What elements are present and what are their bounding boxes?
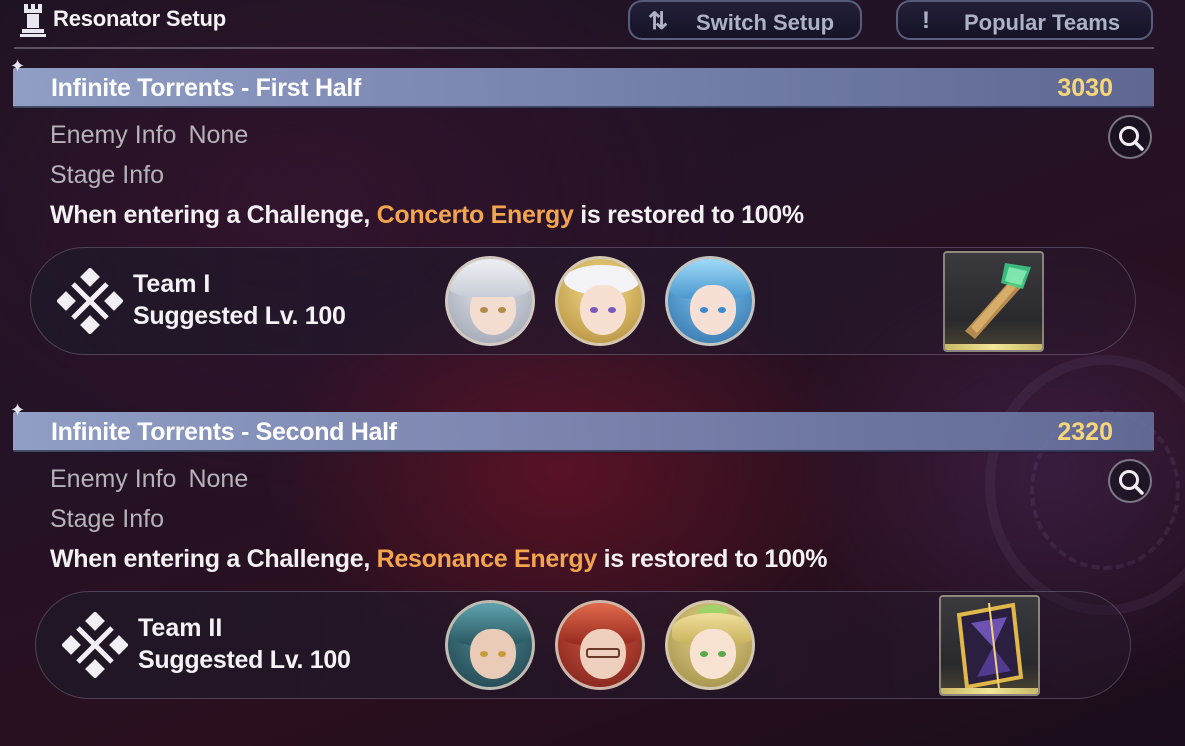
effect-suffix: is restored to 100%: [596, 545, 828, 573]
team-name: Team I: [133, 270, 211, 298]
popular-teams-label: Popular Teams: [964, 10, 1121, 35]
green-blade-echo-icon: [965, 263, 1031, 339]
switch-setup-label: Switch Setup: [696, 10, 835, 35]
popular-teams-button[interactable]: ! Popular Teams: [896, 0, 1153, 40]
section-title: Infinite Torrents - Second Half: [51, 418, 397, 446]
swap-arrows-icon: ⇅: [648, 8, 669, 35]
member-avatar-red-haired-glasses[interactable]: [555, 600, 645, 690]
enemy-info-label: Enemy Info: [50, 121, 177, 149]
enemy-info-value: None: [188, 121, 249, 149]
section-score: 2320: [1057, 418, 1113, 446]
section-banner-edge: [13, 450, 1154, 453]
effect-highlight: Resonance Energy: [376, 545, 598, 573]
crossed-swords-emblem-icon: [57, 268, 123, 334]
team-card[interactable]: Team I Suggested Lv. 100: [30, 247, 1136, 355]
magnifier-icon: [1119, 470, 1144, 495]
enemy-info-search-button[interactable]: [1108, 115, 1152, 159]
member-avatar-blonde-white-hat[interactable]: [555, 256, 645, 346]
sparkle-icon: ✦: [10, 400, 26, 420]
effect-prefix: When entering a Challenge,: [50, 545, 377, 573]
section-score: 3030: [1057, 74, 1113, 102]
member-avatar-teal-haired[interactable]: [445, 600, 535, 690]
team-card[interactable]: Team II Suggested Lv. 100: [35, 591, 1131, 699]
challenge-section-first-half: ✦ Infinite Torrents - First Half 3030 En…: [0, 56, 1185, 368]
team-name: Team II: [138, 614, 223, 642]
member-avatar-blue-haired[interactable]: [665, 256, 755, 346]
crossed-swords-emblem-icon: [62, 612, 128, 678]
enemy-info-search-button[interactable]: [1108, 459, 1152, 503]
section-title: Infinite Torrents - First Half: [51, 74, 361, 102]
effect-prefix: When entering a Challenge,: [50, 201, 377, 229]
challenge-section-second-half: ✦ Infinite Torrents - Second Half 2320 E…: [0, 400, 1185, 712]
section-banner-edge: [13, 106, 1154, 109]
page-title: Resonator Setup: [53, 6, 227, 31]
exclamation-icon: !: [922, 7, 930, 34]
enemy-info-row: Enemy Info None: [50, 465, 248, 494]
sparkle-icon: ✦: [10, 56, 26, 76]
suggested-level: Suggested Lv. 100: [138, 646, 351, 674]
stage-info-label: Stage Info: [50, 505, 164, 533]
echo-item-green-blade[interactable]: [943, 251, 1044, 352]
echo-item-golden-hourglass[interactable]: [939, 595, 1040, 696]
enemy-info-row: Enemy Info None: [50, 121, 248, 150]
effect-suffix: is restored to 100%: [573, 201, 804, 229]
chess-tower-icon: [20, 4, 46, 37]
golden-hourglass-echo-icon: [956, 602, 1024, 690]
member-avatar-blonde-green-bow[interactable]: [665, 600, 755, 690]
stage-info-label: Stage Info: [50, 161, 164, 189]
stage-effect-text: When entering a Challenge, Concerto Ener…: [50, 201, 804, 230]
header-divider: [14, 47, 1154, 49]
member-avatar-silver-haired[interactable]: [445, 256, 535, 346]
stage-effect-text: When entering a Challenge, Resonance Ene…: [50, 545, 827, 574]
switch-setup-button[interactable]: ⇅ Switch Setup: [628, 0, 862, 40]
header-bar: Resonator Setup ⇅ Switch Setup ! Popular…: [0, 0, 1160, 49]
effect-highlight: Concerto Energy: [376, 201, 574, 229]
enemy-info-label: Enemy Info: [50, 465, 177, 493]
enemy-info-value: None: [188, 465, 249, 493]
magnifier-icon: [1119, 126, 1144, 151]
suggested-level: Suggested Lv. 100: [133, 302, 346, 330]
